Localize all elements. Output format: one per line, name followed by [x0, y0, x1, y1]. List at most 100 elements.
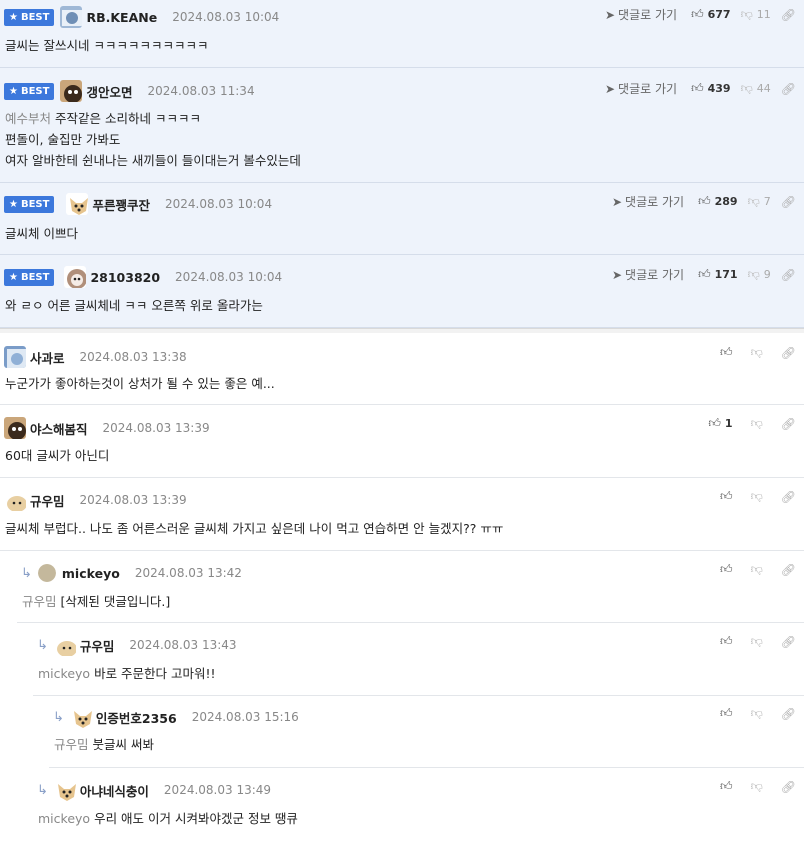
upvote-button[interactable]: 👍︎	[720, 634, 733, 649]
avatar[interactable]	[4, 489, 26, 511]
goto-label: 댓글로 가기	[625, 268, 685, 282]
mention[interactable]: mickeyo	[38, 811, 90, 826]
link-button[interactable]: 🔗︎	[781, 195, 796, 209]
nickname[interactable]: 규우밈	[80, 636, 115, 655]
star-icon: ★	[9, 85, 18, 97]
nickname[interactable]: 28103820	[90, 270, 160, 285]
link-icon: 🔗︎	[780, 416, 796, 431]
avatar[interactable]	[60, 6, 83, 28]
send-arrow-icon: ➤	[611, 267, 623, 282]
comment-text: 누군가가 좋아하는것이 상처가 될 수 있는 좋은 예...	[5, 376, 275, 391]
comment-text: 바로 주문한다 고마워!!	[94, 666, 216, 681]
upvote-button[interactable]: 👍︎	[720, 562, 733, 577]
upvote-button[interactable]: 👍︎	[720, 489, 733, 504]
nickname[interactable]: 인증번호2356	[96, 708, 177, 727]
goto-comment-link[interactable]: ➤ 댓글로 가기	[612, 193, 684, 210]
upvote-button[interactable]: 👍︎ 439	[691, 81, 731, 96]
avatar[interactable]	[4, 346, 26, 368]
upvote-button[interactable]: 👍︎	[720, 706, 733, 721]
goto-label: 댓글로 가기	[625, 195, 685, 209]
comment-header: ★ BEST 푸른꽹쿠잔 2024.08.03 10:04	[0, 193, 272, 215]
downvote-button[interactable]: 👎︎ 44	[741, 81, 771, 96]
nickname[interactable]: mickeyo	[62, 566, 120, 581]
link-button[interactable]: 🔗︎	[781, 707, 796, 721]
downvote-button[interactable]: 👎︎	[751, 345, 763, 360]
downvote-button[interactable]: 👎︎	[751, 634, 763, 649]
thumbs-down-icon: 👎︎	[750, 416, 763, 430]
thumbs-down-icon: 👎︎	[750, 779, 763, 793]
mention[interactable]: 예수부처	[5, 111, 51, 126]
comment-body: mickeyo 바로 주문한다 고마워!!	[38, 663, 216, 684]
avatar[interactable]	[53, 779, 76, 801]
link-button[interactable]: 🔗︎	[781, 780, 796, 794]
nickname[interactable]: 야스해봄직	[30, 419, 88, 438]
mention[interactable]: mickeyo	[38, 666, 90, 681]
upvote-button[interactable]: 👍︎ 1	[708, 416, 732, 431]
link-button[interactable]: 🔗︎	[781, 490, 796, 504]
thumbs-up-icon: 👍︎	[720, 562, 733, 576]
comment-actions: 👍︎ 👎︎ 🔗︎	[720, 345, 796, 360]
avatar[interactable]	[60, 80, 83, 102]
link-icon: 🔗︎	[780, 267, 796, 282]
comment: 사과로 2024.08.03 13:38 👍︎ 👎︎ 🔗︎ 누군가가 좋아하는것…	[0, 333, 804, 405]
thumbs-down-icon: 👎︎	[750, 345, 763, 359]
link-button[interactable]: 🔗︎	[781, 635, 796, 649]
nickname[interactable]: RB.KEANe	[86, 10, 157, 25]
timestamp: 2024.08.03 13:42	[134, 566, 242, 580]
nickname[interactable]: 아냐네식충이	[80, 781, 149, 800]
downvote-button[interactable]: 👎︎	[751, 706, 763, 721]
timestamp: 2024.08.03 13:43	[129, 638, 237, 652]
thumbs-up-icon: 👍︎	[691, 7, 704, 21]
avatar[interactable]	[37, 564, 56, 582]
link-button[interactable]: 🔗︎	[781, 346, 796, 360]
timestamp: 2024.08.03 10:04	[175, 270, 283, 284]
comment-actions: ➤ 댓글로 가기 👍︎ 677 👎︎ 11 🔗︎	[605, 6, 796, 23]
downvote-button[interactable]: 👎︎ 7	[748, 194, 771, 209]
downvote-button[interactable]: 👎︎	[751, 562, 763, 577]
nickname[interactable]: 사과로	[30, 348, 65, 367]
reply-comment: ↳ 아냐네식충이 2024.08.03 13:49 👍︎ 👎︎ 🔗︎ micke…	[33, 768, 804, 843]
downvote-button[interactable]: 👎︎ 11	[741, 7, 771, 22]
link-icon: 🔗︎	[780, 7, 796, 22]
goto-comment-link[interactable]: ➤ 댓글로 가기	[605, 80, 677, 97]
link-button[interactable]: 🔗︎	[781, 8, 796, 22]
send-arrow-icon: ➤	[611, 194, 623, 209]
upvote-button[interactable]: 👍︎ 171	[698, 267, 738, 282]
downvote-button[interactable]: 👎︎	[751, 779, 763, 794]
nickname[interactable]: 푸른꽹쿠잔	[92, 195, 150, 214]
downvote-button[interactable]: 👎︎	[751, 416, 763, 431]
goto-comment-link[interactable]: ➤ 댓글로 가기	[612, 266, 684, 283]
link-button[interactable]: 🔗︎	[781, 82, 796, 96]
avatar[interactable]	[53, 634, 76, 656]
avatar[interactable]	[4, 417, 26, 439]
link-icon: 🔗︎	[780, 779, 796, 794]
link-button[interactable]: 🔗︎	[781, 563, 796, 577]
downvote-button[interactable]: 👎︎ 9	[748, 267, 771, 282]
timestamp: 2024.08.03 13:38	[79, 350, 187, 364]
link-icon: 🔗︎	[780, 562, 796, 577]
upvote-button[interactable]: 👍︎ 289	[698, 194, 738, 209]
comment-text: 우리 애도 이거 시켜봐야겠군 정보 땡큐	[94, 811, 298, 826]
upvote-button[interactable]: 👍︎	[720, 779, 733, 794]
nickname[interactable]: 규우밈	[30, 491, 65, 510]
avatar[interactable]	[69, 706, 92, 728]
timestamp: 2024.08.03 13:49	[163, 783, 272, 797]
link-button[interactable]: 🔗︎	[781, 268, 796, 282]
upvote-button[interactable]: 👍︎	[720, 345, 733, 360]
comment-actions: 👍︎ 1 👎︎ 🔗︎	[708, 416, 796, 431]
star-icon: ★	[9, 11, 18, 23]
best-label: BEST	[20, 11, 50, 23]
upvote-button[interactable]: 👍︎ 677	[691, 7, 731, 22]
timestamp: 2024.08.03 13:39	[102, 421, 210, 435]
downvote-button[interactable]: 👎︎	[751, 489, 763, 504]
thumbs-down-icon: 👎︎	[750, 706, 763, 720]
mention[interactable]: 규우밈	[54, 737, 89, 752]
mention[interactable]: 규우밈	[22, 594, 57, 609]
link-button[interactable]: 🔗︎	[781, 417, 796, 431]
avatar[interactable]	[64, 266, 87, 288]
reply-arrow-icon: ↳	[37, 637, 48, 653]
nickname[interactable]: 갱안오면	[86, 82, 132, 101]
comment-body: 규우밈 [삭제된 댓글입니다.]	[22, 591, 170, 612]
avatar[interactable]	[66, 193, 89, 215]
goto-comment-link[interactable]: ➤ 댓글로 가기	[605, 6, 677, 23]
